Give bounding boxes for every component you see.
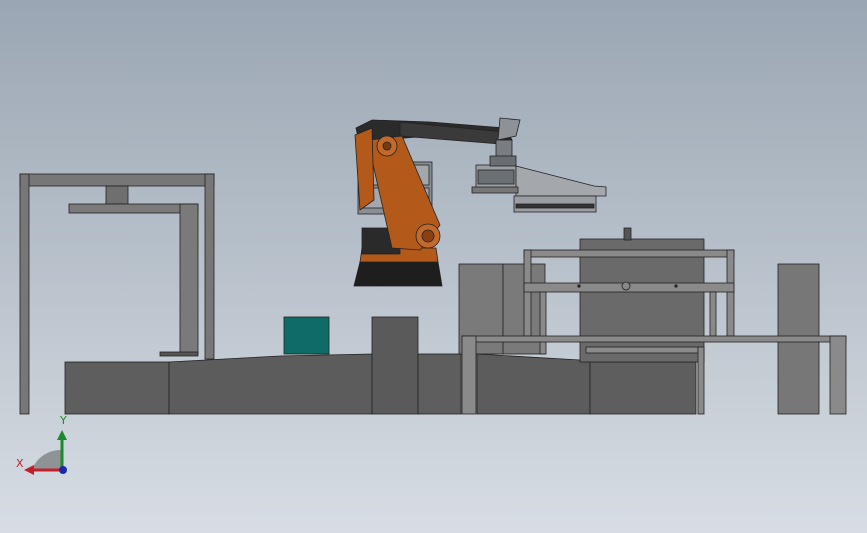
y-axis-label: Y: [60, 414, 67, 427]
cad-viewport[interactable]: Y X: [0, 0, 867, 533]
x-axis-label: X: [16, 457, 24, 470]
z-axis-marker: [59, 466, 67, 474]
